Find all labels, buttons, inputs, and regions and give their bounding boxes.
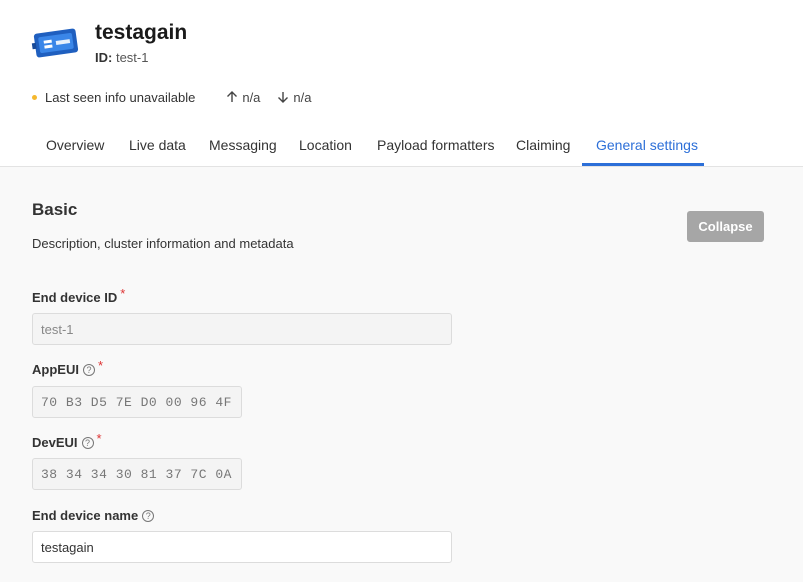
device-title: testagain [95,21,188,44]
section-description: Description, cluster information and met… [32,236,294,251]
tab-location[interactable]: Location [299,127,352,167]
tab-payload-formatters[interactable]: Payload formatters [377,127,495,167]
end-device-id-label: End device ID * [32,286,125,305]
arrow-down-icon [278,92,289,103]
downlink-value: n/a [293,89,312,105]
collapse-button[interactable]: Collapse [687,211,764,242]
end-device-name-input[interactable]: testagain [32,531,452,563]
tab-overview[interactable]: Overview [46,127,104,167]
end-device-name-label: End device name ? [32,508,155,523]
device-id-value: test-1 [115,50,149,65]
tab-general-settings[interactable]: General settings [596,127,698,167]
device-id-label: ID: [95,50,113,65]
dev-eui-field: 38 34 34 30 81 37 7C 0A [32,458,242,490]
tab-bar: Overview Live data Messaging Location Pa… [0,127,803,167]
required-marker: * [120,286,126,301]
app-eui-label-text: AppEUI [32,362,79,377]
help-icon[interactable]: ? [82,363,95,376]
help-icon[interactable]: ? [142,509,155,522]
app-eui-label: AppEUI ? * [32,358,103,377]
uplink-stat: n/a [225,90,260,105]
downlink-stat: n/a [276,89,312,105]
arrow-up-icon [227,91,238,102]
section-title: Basic [32,200,78,219]
end-device-id-field: test-1 [32,313,452,345]
help-icon[interactable]: ? [81,436,94,449]
status-row: Last seen info unavailable n/a n/a [31,89,328,105]
dev-eui-label: DevEUI ? * [32,431,102,450]
end-device-id-label-text: End device ID [32,290,118,305]
required-marker: * [97,358,104,373]
dev-eui-label-text: DevEUI [32,435,78,450]
end-device-name-label-text: End device name [32,508,139,523]
app-eui-field: 70 B3 D5 7E D0 00 96 4F [32,386,242,418]
device-id: ID: test-1 [95,50,148,65]
required-marker: * [96,431,102,446]
status-dot [32,94,37,100]
tab-messaging[interactable]: Messaging [209,127,277,167]
active-tab-indicator [582,163,704,166]
uplink-value: n/a [242,89,261,105]
last-seen-text: Last seen info unavailable [45,89,196,105]
device-icon [31,28,79,58]
tab-live-data[interactable]: Live data [129,127,186,167]
tab-claiming[interactable]: Claiming [516,127,570,167]
